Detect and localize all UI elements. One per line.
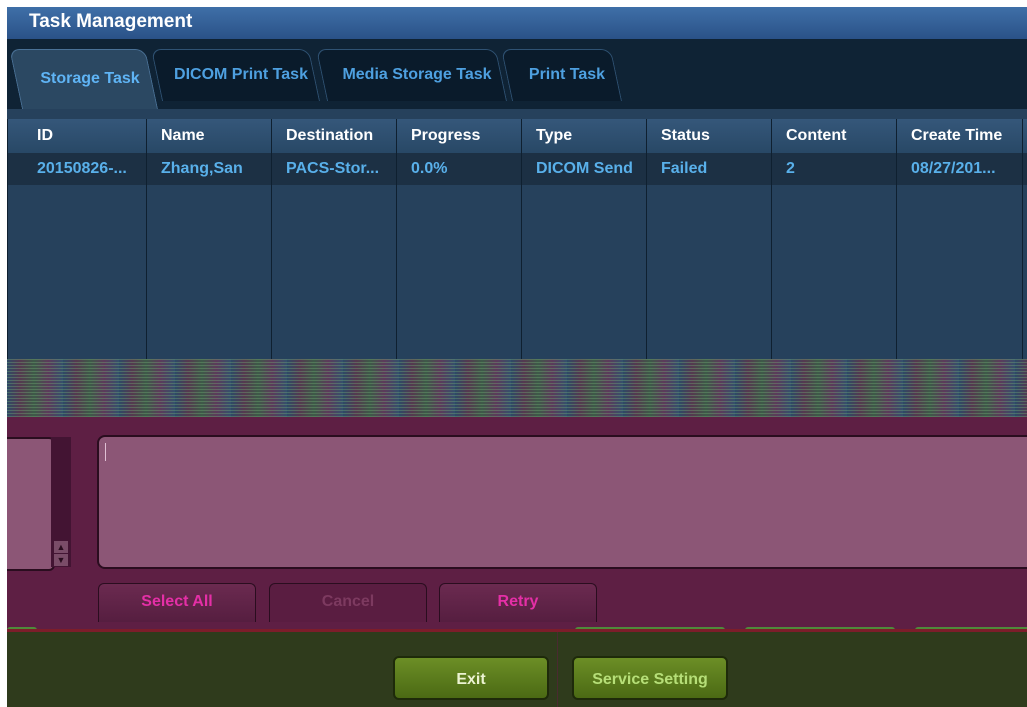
column-header-content[interactable]: Content [772, 119, 896, 153]
tab-media-storage-task-label: Media Storage Task [342, 66, 492, 83]
table-row[interactable]: 20150826-... Zhang,San PACS-Stor... 0.0%… [7, 153, 1027, 185]
tab-print-task-label: Print Task [528, 66, 606, 83]
column-header-id[interactable]: ID [23, 119, 147, 153]
cell-destination: PACS-Stor... [286, 160, 380, 177]
text-caret [105, 443, 106, 461]
render-artifact-band [7, 359, 1027, 417]
cell-type: DICOM Send [536, 160, 633, 177]
column-divider [521, 119, 522, 359]
column-divider [146, 119, 147, 359]
task-list-box[interactable] [7, 437, 55, 571]
tab-storage-task-label: Storage Task [40, 70, 140, 87]
column-divider [646, 119, 647, 359]
column-divider [271, 119, 272, 359]
column-divider [771, 119, 772, 359]
title-bar: Task Management [7, 7, 1027, 39]
column-divider [896, 119, 897, 359]
window-title: Task Management [29, 11, 193, 32]
exit-button[interactable]: Exit [393, 656, 549, 700]
column-header-status[interactable]: Status [647, 119, 771, 153]
scroll-down-icon[interactable]: ▼ [54, 554, 68, 566]
scroll-up-icon[interactable]: ▲ [54, 541, 68, 553]
tab-media-storage-task[interactable]: Media Storage Task [315, 49, 507, 101]
cell-id: 20150826-... [37, 160, 127, 177]
cell-progress: 0.0% [411, 160, 448, 177]
task-management-window: Task Management Storage Task DICOM Print… [7, 7, 1027, 707]
cancel-button[interactable]: Cancel [269, 583, 427, 622]
footer-bar: Exit Service Setting [7, 632, 1027, 707]
footer-divider [557, 632, 558, 707]
cell-status: Failed [661, 160, 708, 177]
column-header-type[interactable]: Type [522, 119, 646, 153]
cell-name: Zhang,San [161, 160, 243, 177]
task-table: ID Name Destination Progress Type Status… [7, 109, 1027, 359]
cell-create-time: 08/27/201... [911, 160, 996, 177]
tab-strip: Storage Task DICOM Print Task Media Stor… [7, 39, 1027, 109]
tab-dicom-print-task-label: DICOM Print Task [174, 66, 308, 83]
select-all-button[interactable]: Select All [98, 583, 256, 622]
tab-print-task[interactable]: Print Task [500, 49, 622, 101]
tab-dicom-print-task[interactable]: DICOM Print Task [150, 49, 320, 101]
column-header-name[interactable]: Name [147, 119, 271, 153]
tab-storage-task[interactable]: Storage Task [9, 49, 158, 109]
service-setting-button[interactable]: Service Setting [572, 656, 728, 700]
detail-textarea[interactable] [97, 435, 1027, 569]
column-header-destination[interactable]: Destination [272, 119, 396, 153]
column-divider [7, 119, 8, 359]
table-header: ID Name Destination Progress Type Status… [7, 119, 1027, 153]
retry-button[interactable]: Retry [439, 583, 597, 622]
column-divider [1022, 119, 1023, 359]
column-divider [396, 119, 397, 359]
list-scrollbar[interactable]: ▲ ▼ [51, 437, 71, 567]
cell-content: 2 [786, 160, 795, 177]
column-header-create-time[interactable]: Create Time [897, 119, 1027, 153]
detail-panel: ▲ ▼ Select All Cancel Retry [7, 417, 1027, 633]
column-header-progress[interactable]: Progress [397, 119, 521, 153]
